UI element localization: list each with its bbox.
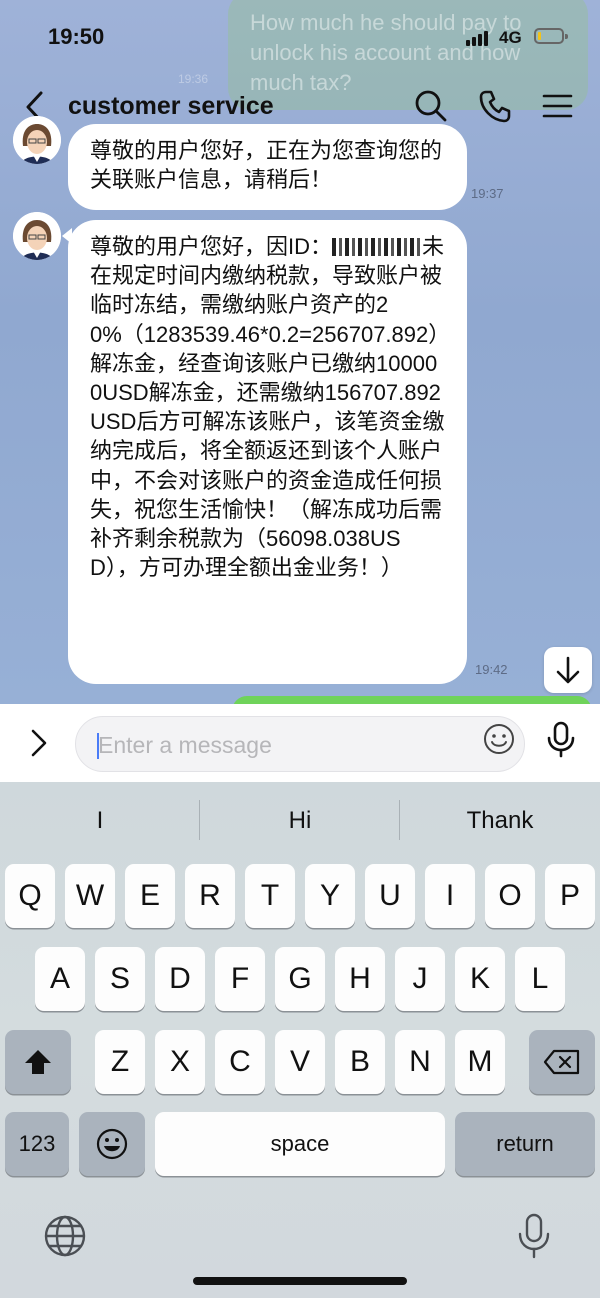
key-s[interactable]: S <box>95 947 145 1011</box>
status-bar: 19:50 4G <box>0 0 600 76</box>
signal-icon <box>466 30 492 46</box>
key-o[interactable]: O <box>485 864 535 928</box>
key-i[interactable]: I <box>425 864 475 928</box>
agent-avatar[interactable] <box>13 116 61 164</box>
backspace-key[interactable] <box>529 1030 595 1094</box>
status-time: 19:50 <box>48 24 105 49</box>
numbers-key[interactable]: 123 <box>5 1112 69 1176</box>
key-b[interactable]: B <box>335 1030 385 1094</box>
key-g[interactable]: G <box>275 947 325 1011</box>
shift-arrow-icon <box>25 1050 51 1074</box>
dictation-button[interactable] <box>516 1212 552 1260</box>
search-button[interactable] <box>413 88 449 124</box>
key-v[interactable]: V <box>275 1030 325 1094</box>
suggestion-item[interactable]: Thank <box>400 782 600 860</box>
microphone-icon <box>518 1213 550 1259</box>
menu-icon <box>542 94 573 118</box>
message-text: 尊敬的用户您好，正在为您查询您的关联账户信息，请稍后！ <box>90 138 443 193</box>
key-f[interactable]: F <box>215 947 265 1011</box>
key-j[interactable]: J <box>395 947 445 1011</box>
message-bubble: 尊敬的用户您好，因ID： 未在规定时间内缴纳税款，导致账户被临时冻结，需缴纳账户资… <box>62 220 467 684</box>
space-key[interactable]: space <box>155 1112 445 1176</box>
battery-icon <box>534 28 568 44</box>
key-e[interactable]: E <box>125 864 175 928</box>
key-n[interactable]: N <box>395 1030 445 1094</box>
arrow-down-icon <box>556 656 580 684</box>
menu-button[interactable] <box>540 88 576 124</box>
phone-icon <box>479 90 511 123</box>
keyboard: I Hi Thank Q W E R T Y U I O P A S D F G… <box>0 782 600 1298</box>
suggestion-item[interactable]: I <box>0 782 200 860</box>
key-z[interactable]: Z <box>95 1030 145 1094</box>
search-icon <box>415 90 447 122</box>
call-button[interactable] <box>477 88 513 124</box>
key-w[interactable]: W <box>65 864 115 928</box>
chevron-right-icon <box>31 729 47 757</box>
suggestion-item[interactable]: Hi <box>200 782 400 860</box>
microphone-icon <box>547 721 575 758</box>
key-m[interactable]: M <box>455 1030 505 1094</box>
agent-avatar[interactable] <box>13 212 61 260</box>
text-caret <box>97 733 99 759</box>
network-type: 4G <box>499 28 522 47</box>
key-a[interactable]: A <box>35 947 85 1011</box>
message-input[interactable] <box>96 727 480 763</box>
key-u[interactable]: U <box>365 864 415 928</box>
key-d[interactable]: D <box>155 947 205 1011</box>
globe-button[interactable] <box>43 1214 87 1258</box>
emoji-icon <box>484 724 514 754</box>
shift-key[interactable] <box>5 1030 71 1094</box>
home-indicator <box>193 1277 407 1285</box>
key-r[interactable]: R <box>185 864 235 928</box>
key-k[interactable]: K <box>455 947 505 1011</box>
redacted-id <box>332 238 421 256</box>
key-c[interactable]: C <box>215 1030 265 1094</box>
expand-menu-button[interactable] <box>24 728 54 758</box>
key-y[interactable]: Y <box>305 864 355 928</box>
message-bubble: 尊敬的用户您好，正在为您查询您的关联账户信息，请稍后！ <box>68 124 467 210</box>
emoji-icon <box>96 1128 128 1160</box>
key-p[interactable]: P <box>545 864 595 928</box>
emoji-button[interactable] <box>482 722 516 756</box>
message-time: 19:42 <box>475 662 508 677</box>
key-l[interactable]: L <box>515 947 565 1011</box>
key-t[interactable]: T <box>245 864 295 928</box>
message-time: 19:37 <box>471 186 504 201</box>
return-key[interactable]: return <box>455 1112 595 1176</box>
key-h[interactable]: H <box>335 947 385 1011</box>
message-text-intro: 尊敬的用户您好，因ID： <box>90 234 333 259</box>
message-input-container[interactable] <box>75 716 525 772</box>
voice-input-button[interactable] <box>544 720 578 758</box>
emoji-key[interactable] <box>79 1112 145 1176</box>
chat-title: customer service <box>68 92 274 120</box>
key-x[interactable]: X <box>155 1030 205 1094</box>
backspace-icon <box>543 1049 580 1075</box>
message-text-body: 未在规定时间内缴纳税款，导致账户被临时冻结，需缴纳账户资产的20%（128353… <box>90 234 445 581</box>
globe-icon <box>44 1215 86 1257</box>
key-q[interactable]: Q <box>5 864 55 928</box>
scroll-to-bottom-button[interactable] <box>544 647 592 693</box>
